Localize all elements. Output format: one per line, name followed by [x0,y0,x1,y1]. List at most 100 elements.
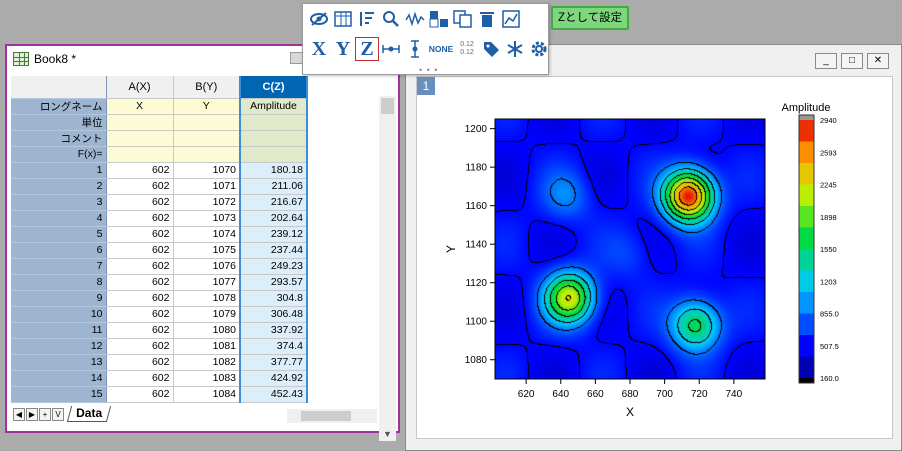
cell-c[interactable]: 293.57 [239,274,308,291]
row-number[interactable]: 11 [11,322,107,339]
cell-c[interactable]: 211.06 [239,178,308,195]
cell-c[interactable]: 424.92 [239,370,308,387]
table-row[interactable]: 5 602 1074 239.12 [11,226,308,243]
row-label-units[interactable]: 単位 [11,114,107,131]
sort-icon[interactable] [355,7,379,31]
units-b[interactable] [173,114,241,131]
cell-a[interactable]: 602 [106,354,174,371]
search-icon[interactable] [379,7,403,31]
table-row[interactable]: 4 602 1073 202.64 [11,210,308,227]
units-c[interactable] [239,114,308,131]
sheet-list-button[interactable]: V [52,407,64,421]
contour-plot[interactable]: 620 640 660 680 700 720 740 1080 1100 1120 1140 11… [417,77,894,440]
table-row[interactable]: 15 602 1084 452.43 [11,386,308,403]
graph-restore-button[interactable]: □ [841,53,863,69]
cell-a[interactable]: 602 [106,242,174,259]
set-z-button[interactable]: Z [355,37,379,61]
cell-a[interactable]: 602 [106,178,174,195]
row-number[interactable]: 4 [11,210,107,227]
vertical-scrollbar[interactable]: ▼ [379,96,396,441]
cell-c[interactable]: 374.4 [239,338,308,355]
table-row[interactable]: 9 602 1078 304.8 [11,290,308,307]
y-axis-label[interactable]: Y [444,245,458,253]
colorbar[interactable]: 2940 2593 2245 1898 1550 1203 855.0 507.5 160.0 [798,114,839,384]
add-sheet-button[interactable]: + [39,407,51,421]
x-axis[interactable]: 620 640 660 680 700 720 740 [518,379,743,400]
cell-c[interactable]: 202.64 [239,210,308,227]
cell-a[interactable]: 602 [106,290,174,307]
cell-c[interactable]: 304.8 [239,290,308,307]
set-none-button[interactable]: NONE [427,37,455,61]
corner-cell[interactable] [11,76,107,99]
xerr-icon[interactable] [379,37,403,61]
cell-b[interactable]: 1080 [173,322,241,339]
table-row[interactable]: 8 602 1077 293.57 [11,274,308,291]
table-row[interactable]: 1 602 1070 180.18 [11,162,308,179]
hide-icon[interactable] [307,7,331,31]
cell-c[interactable]: 306.48 [239,306,308,323]
next-sheet-button[interactable]: ▶ [26,407,38,421]
tag-icon[interactable] [479,37,503,61]
workbook-window[interactable]: Book8 * A(X) B(Y) C(Z) ロングネーム X Y Amplit… [5,44,400,441]
comments-a[interactable] [106,130,174,147]
cell-c[interactable]: 180.18 [239,162,308,179]
cell-a[interactable]: 602 [106,194,174,211]
cell-b[interactable]: 1079 [173,306,241,323]
row-label-long-name[interactable]: ロングネーム [11,98,107,115]
cell-c[interactable]: 337.92 [239,322,308,339]
cell-a[interactable]: 602 [106,274,174,291]
long-name-b[interactable]: Y [173,98,241,115]
scroll-thumb[interactable] [381,98,394,114]
abc-icon[interactable] [427,7,451,31]
cell-b[interactable]: 1081 [173,338,241,355]
cell-a[interactable]: 602 [106,258,174,275]
table-row[interactable]: 13 602 1082 377.77 [11,354,308,371]
row-label-comments[interactable]: コメント [11,130,107,147]
cell-a[interactable]: 602 [106,210,174,227]
cell-a[interactable]: 602 [106,322,174,339]
table-row[interactable]: 10 602 1079 306.48 [11,306,308,323]
cell-a[interactable]: 602 [106,226,174,243]
cell-c[interactable]: 249.23 [239,258,308,275]
yerr-icon[interactable] [403,37,427,61]
set-y-button[interactable]: Y [331,37,355,61]
cell-b[interactable]: 1074 [173,226,241,243]
row-number[interactable]: 10 [11,306,107,323]
column-header-c[interactable]: C(Z) [239,76,308,99]
cell-a[interactable]: 602 [106,162,174,179]
scroll-down-icon[interactable]: ▼ [379,429,396,439]
gear-icon[interactable] [527,37,551,61]
toolbar-grip[interactable]: • • • [419,66,438,75]
copy-icon[interactable] [451,7,475,31]
row-label-formula[interactable]: F(x)= [11,146,107,163]
row-number[interactable]: 5 [11,226,107,243]
cell-b[interactable]: 1082 [173,354,241,371]
table-row[interactable]: 6 602 1075 237.44 [11,242,308,259]
cell-b[interactable]: 1077 [173,274,241,291]
cell-c[interactable]: 237.44 [239,242,308,259]
horizontal-scrollbar[interactable] [287,409,377,423]
cell-c[interactable]: 377.77 [239,354,308,371]
cell-b[interactable]: 1083 [173,370,241,387]
column-header-b[interactable]: B(Y) [173,76,241,99]
first-sheet-button[interactable]: ◀ [13,407,25,421]
column-header-a[interactable]: A(X) [106,76,174,99]
comments-b[interactable] [173,130,241,147]
table-row[interactable]: 2 602 1071 211.06 [11,178,308,195]
cell-c[interactable]: 216.67 [239,194,308,211]
long-name-c[interactable]: Amplitude [239,98,308,115]
graph-close-button[interactable]: ✕ [867,53,889,69]
snowflake-icon[interactable] [503,37,527,61]
formula-b[interactable] [173,146,241,163]
cell-b[interactable]: 1078 [173,290,241,307]
graph-window[interactable]: _ □ ✕ 1 620 640 660 680 700 720 740 1080 1100 11… [405,44,902,451]
y-axis[interactable]: 1080 1100 1120 1140 1160 1180 1200 [465,124,495,366]
cell-a[interactable]: 602 [106,370,174,387]
row-number[interactable]: 2 [11,178,107,195]
row-number[interactable]: 6 [11,242,107,259]
cell-b[interactable]: 1073 [173,210,241,227]
row-number[interactable]: 14 [11,370,107,387]
set-x-button[interactable]: X [307,37,331,61]
sheet-tab-data[interactable]: Data [66,406,112,422]
cell-b[interactable]: 1075 [173,242,241,259]
